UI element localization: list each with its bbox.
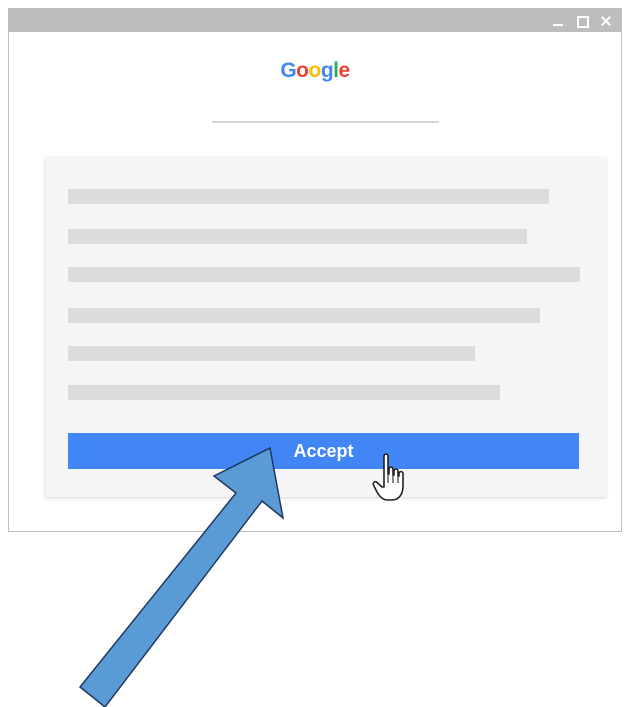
placeholder-text-line (68, 229, 527, 244)
minimize-icon[interactable] (551, 14, 565, 28)
close-icon[interactable] (599, 14, 613, 28)
window-controls (551, 11, 613, 30)
logo-letter: o (296, 59, 309, 82)
placeholder-text-line (68, 308, 540, 323)
screen: Google Accept (0, 0, 626, 707)
terms-card: Accept (45, 157, 606, 497)
logo-letter: o (308, 59, 321, 82)
title-bar (9, 9, 621, 32)
google-logo: Google (9, 59, 621, 83)
logo-letter: e (338, 59, 350, 82)
logo-letter: G (280, 59, 297, 82)
hand-pointer-icon (372, 453, 404, 501)
placeholder-text-line (68, 346, 475, 361)
logo-letter: g (320, 59, 334, 82)
accept-button[interactable]: Accept (68, 433, 579, 469)
placeholder-text-line (68, 189, 549, 204)
browser-window: Google Accept (8, 8, 622, 532)
placeholder-text-line (68, 385, 500, 400)
maximize-icon[interactable] (575, 14, 589, 28)
placeholder-text-line (68, 267, 580, 282)
account-field-underline (212, 121, 439, 123)
